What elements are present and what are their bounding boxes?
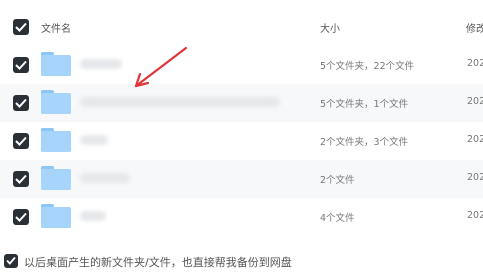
column-header-name[interactable]: 文件名 [41,20,71,35]
auto-backup-option[interactable]: 以后桌面产生的新文件夹/文件，也直接帮我备份到网盘 [0,250,483,280]
row-modified: 2023 [467,172,483,183]
column-header-size[interactable]: 大小 [320,20,340,35]
row-size: 5个文件夹，1个文件 [320,99,409,110]
column-header-modified[interactable]: 修改 [466,20,483,35]
table-row[interactable]: 4个文件 2023 [0,198,483,236]
folder-icon [41,128,71,152]
table-row[interactable]: 2个文件夹，3个文件 2023 [0,122,483,160]
row-modified: 2023 [467,96,483,107]
row-size: 2个文件夹，3个文件 [320,137,409,148]
folder-icon [41,204,71,228]
blurred-file-name [80,211,106,221]
folder-icon [41,90,71,114]
select-all-checkbox[interactable] [13,19,29,35]
auto-backup-label: 以后桌面产生的新文件夹/文件，也直接帮我备份到网盘 [24,256,292,269]
file-list-header: 文件名 大小 修改 [0,8,483,46]
row-checkbox[interactable] [13,95,29,111]
blurred-file-name [80,59,122,69]
table-row[interactable]: 5个文件夹，1个文件 2023 [0,84,483,122]
blurred-file-name [80,173,130,183]
row-checkbox[interactable] [13,133,29,149]
blurred-file-name [80,135,108,145]
row-size: 4个文件 [320,213,355,224]
folder-icon [41,52,71,76]
row-checkbox[interactable] [13,57,29,73]
row-checkbox[interactable] [13,171,29,187]
auto-backup-checkbox[interactable] [4,254,18,268]
row-modified: 2023 [467,58,483,69]
folder-icon [41,166,71,190]
table-row[interactable]: 5个文件夹，22个文件 2023 [0,46,483,84]
table-row[interactable]: 2个文件 2023 [0,160,483,198]
row-size: 5个文件夹，22个文件 [320,61,415,72]
row-checkbox[interactable] [13,209,29,225]
blurred-file-name [80,97,280,107]
row-size: 2个文件 [320,175,355,186]
row-modified: 2023 [467,134,483,145]
row-modified: 2023 [467,210,483,221]
